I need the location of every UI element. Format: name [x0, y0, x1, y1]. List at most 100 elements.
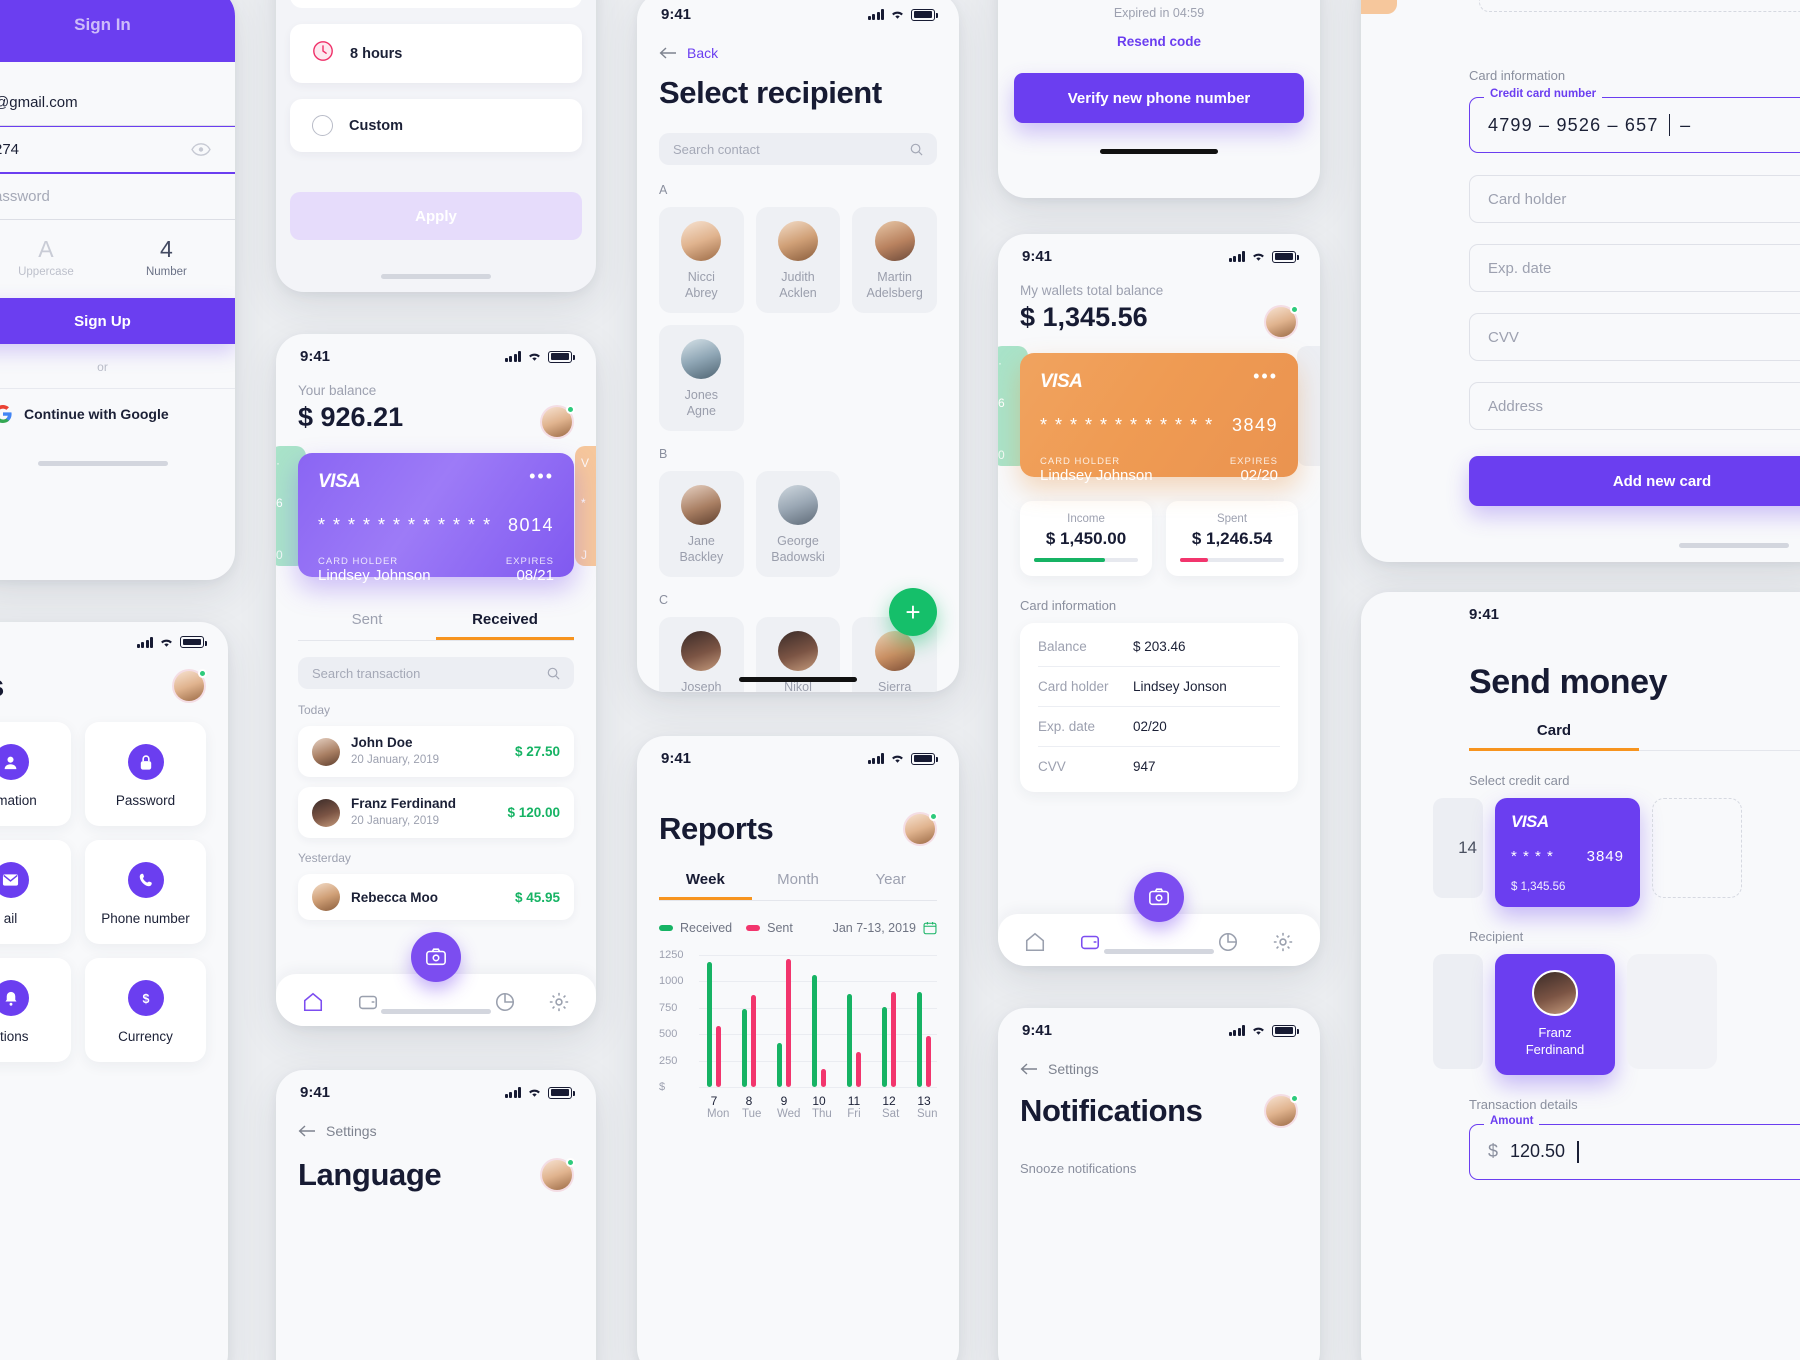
- avatar[interactable]: [1264, 1094, 1299, 1128]
- settings-tile-currency[interactable]: $ Currency: [85, 958, 206, 1062]
- transaction-row[interactable]: Franz Ferdinand 20 January, 2019 $ 120.0…: [298, 787, 574, 838]
- avatar[interactable]: [540, 1158, 575, 1192]
- cvv-input[interactable]: CVV: [1469, 313, 1800, 361]
- chart-icon[interactable]: [1217, 931, 1239, 953]
- credit-card[interactable]: VISA ••• * * * * * * * * * * * * 3849 CA…: [1020, 353, 1298, 484]
- stat-label: Spent: [1216, 513, 1248, 525]
- row-key: Card holder: [1038, 678, 1109, 694]
- settings-tile-phone-number[interactable]: Phone number: [85, 840, 206, 944]
- contact-cell[interactable]: George Badowski: [755, 471, 841, 577]
- confirm-password-field[interactable]: assword: [0, 174, 235, 220]
- google-signin-button[interactable]: Continue with Google: [0, 388, 235, 439]
- resend-code-button[interactable]: Resend code: [998, 20, 1320, 49]
- selected-recipient[interactable]: Franz Ferdinand: [1495, 954, 1615, 1075]
- eye-icon[interactable]: [191, 143, 211, 156]
- add-card-placeholder[interactable]: [1652, 798, 1742, 898]
- search-transaction-input[interactable]: Search transaction: [298, 657, 574, 689]
- home-icon[interactable]: [1024, 931, 1046, 953]
- credit-card-number-input[interactable]: 4799 – 9526 – 657 –: [1469, 97, 1800, 153]
- option-8-hours[interactable]: 8 hours: [290, 24, 582, 83]
- x-tick: 7 Mon: [707, 1094, 730, 1120]
- group-label: Today: [298, 703, 331, 717]
- avatar: [312, 883, 340, 911]
- amount-input[interactable]: $ 120.50: [1469, 1123, 1800, 1180]
- contact-cell[interactable]: Martin Adelsberg: [852, 207, 937, 313]
- settings-tile-email[interactable]: ail: [0, 840, 71, 944]
- search-contact-input[interactable]: Search contact: [659, 133, 937, 165]
- tab-week[interactable]: Week: [659, 871, 752, 900]
- back-label: Settings: [1048, 1061, 1099, 1077]
- x-tick: 12 Sat: [882, 1094, 900, 1120]
- selected-credit-card[interactable]: VISA * * * * 3849 $ 1,345.56: [1495, 798, 1640, 907]
- avatar[interactable]: [172, 669, 207, 703]
- transaction-row[interactable]: Rebecca Moo $ 45.95: [298, 874, 574, 920]
- tab-month[interactable]: Month: [752, 871, 845, 900]
- add-card-placeholder[interactable]: [1479, 0, 1800, 12]
- verify-phone-button[interactable]: Verify new phone number: [1014, 73, 1304, 123]
- card-peek[interactable]: 0: [1361, 0, 1397, 14]
- apply-button[interactable]: Apply: [290, 192, 582, 240]
- back-to-settings[interactable]: Settings: [276, 1105, 596, 1139]
- exp-date-input[interactable]: Exp. date: [1469, 244, 1800, 292]
- wallet-icon[interactable]: [357, 991, 379, 1013]
- card-menu-icon[interactable]: •••: [1253, 367, 1278, 385]
- transaction-row[interactable]: John Doe 20 January, 2019 $ 27.50: [298, 726, 574, 777]
- signup-button[interactable]: Sign Up: [0, 298, 235, 344]
- gear-icon[interactable]: [548, 991, 570, 1013]
- recipient-peek-left[interactable]: [1433, 954, 1483, 1069]
- credit-card[interactable]: VISA ••• * * * * * * * * * * * * 8014 CA…: [298, 453, 574, 584]
- card-holder-input[interactable]: Card holder: [1469, 175, 1800, 223]
- address-input[interactable]: Address: [1469, 382, 1800, 430]
- back-to-settings[interactable]: Settings: [998, 1043, 1320, 1077]
- back-label: Back: [687, 45, 719, 61]
- add-recipient-fab[interactable]: +: [889, 588, 937, 636]
- row-value: 02/20: [1133, 718, 1167, 734]
- card-peek-left[interactable]: 14: [1433, 798, 1483, 898]
- settings-tile-notifications[interactable]: ations: [0, 958, 71, 1062]
- gear-icon[interactable]: [1272, 931, 1294, 953]
- home-icon[interactable]: [302, 991, 324, 1013]
- google-icon: [0, 405, 12, 423]
- contact-cell[interactable]: Jane Backley: [659, 471, 744, 577]
- avatar[interactable]: [540, 405, 575, 439]
- contact-cell[interactable]: Nicci Abrey: [659, 207, 744, 313]
- contact-cell[interactable]: Joseph: [659, 617, 744, 692]
- back-button[interactable]: Back: [637, 27, 959, 61]
- tab-received[interactable]: Received: [436, 611, 574, 640]
- avatar: [777, 485, 818, 525]
- date-range-label: Jan 7-13, 2019: [832, 921, 916, 935]
- password-field[interactable]: 274: [0, 126, 235, 174]
- option-custom[interactable]: Custom: [290, 99, 582, 152]
- option-row-partial[interactable]: [290, 0, 582, 8]
- text-cursor: [1668, 114, 1671, 136]
- contact-cell[interactable]: Jones Agne: [659, 325, 744, 431]
- apply-label: Apply: [415, 207, 457, 225]
- settings-tile-personal-information[interactable]: ormation: [0, 722, 71, 826]
- card-stack-right-peek[interactable]: V * J: [575, 446, 596, 566]
- signin-tab[interactable]: Sign In: [0, 0, 235, 62]
- section-letter-b: B: [659, 447, 668, 461]
- card-menu-icon[interactable]: •••: [529, 467, 554, 485]
- scan-fab-button[interactable]: [1134, 872, 1184, 922]
- avatar[interactable]: [1264, 305, 1299, 339]
- date-range-picker[interactable]: Jan 7-13, 2019: [833, 921, 937, 935]
- scan-fab-button[interactable]: [411, 932, 461, 982]
- settings-tile-label: Phone number: [101, 911, 190, 926]
- svg-text:$: $: [142, 991, 149, 1005]
- rule-number-glyph: 4: [160, 236, 173, 262]
- wallet-icon[interactable]: [1079, 931, 1101, 953]
- card-holder-label: CARD HOLDER: [1040, 456, 1121, 467]
- settings-tile-password[interactable]: Password: [85, 722, 206, 826]
- tab-sent[interactable]: Sent: [298, 611, 436, 640]
- add-new-card-button[interactable]: Add new card: [1469, 456, 1800, 506]
- chart-icon[interactable]: [494, 991, 516, 1013]
- snooze-label: Snooze notifications: [1020, 1161, 1137, 1176]
- contact-cell[interactable]: Judith Acklen: [755, 207, 841, 313]
- recipient-peek-right[interactable]: [1627, 954, 1717, 1069]
- card-stack-right-peek[interactable]: [1297, 346, 1320, 466]
- tab-year[interactable]: Year: [844, 871, 937, 900]
- legend-label: Sent: [767, 921, 793, 935]
- email-field[interactable]: @gmail.com: [0, 80, 235, 126]
- avatar[interactable]: [903, 812, 938, 846]
- tab-card[interactable]: Card: [1469, 722, 1639, 751]
